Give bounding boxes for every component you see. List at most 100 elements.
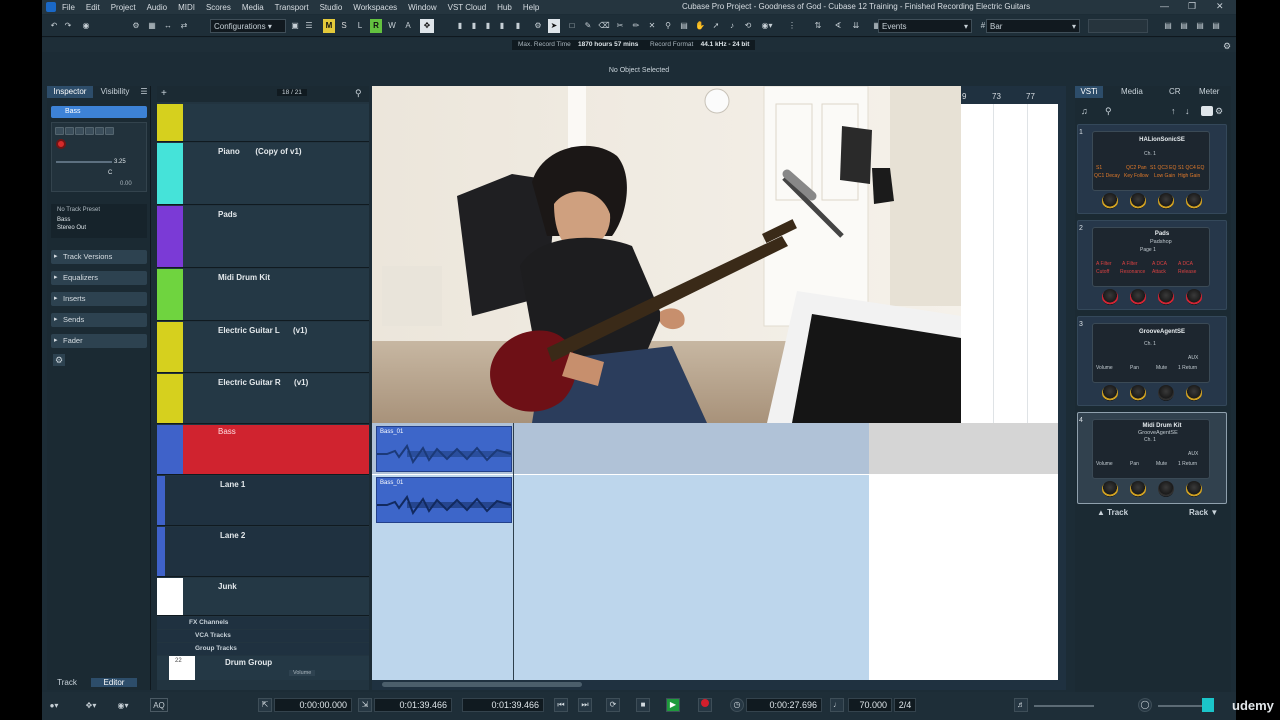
write-button[interactable]: W <box>386 19 398 33</box>
grid-bar-dropdown[interactable]: Bar ▾ <box>986 19 1080 33</box>
mute-tool-icon[interactable]: ✕ <box>646 19 658 33</box>
event-bass-01-top[interactable]: Bass_01 <box>376 426 512 472</box>
inspector-freeze-button[interactable] <box>105 127 114 135</box>
left-locator-time[interactable]: 0:00:00.000 <box>274 698 352 712</box>
quick-control-knob[interactable] <box>1158 193 1174 209</box>
close-icon[interactable]: ✕ <box>1216 1 1224 12</box>
tempo-display[interactable]: 70.000 <box>848 698 892 712</box>
play-icon[interactable]: ▶ <box>666 698 680 712</box>
layout-left-icon[interactable]: ▤ <box>1162 19 1174 33</box>
section-sends[interactable]: Sends <box>51 313 147 327</box>
zoom-tool-icon[interactable]: ⚲ <box>662 19 674 33</box>
section-equalizers[interactable]: Equalizers <box>51 271 147 285</box>
stop-icon[interactable]: ■ <box>636 698 650 712</box>
configurations-dropdown[interactable]: Configurations ▾ <box>210 19 286 33</box>
split-tool-icon[interactable]: ✂ <box>614 19 626 33</box>
punch-out-time[interactable]: 0:01:39.466 <box>462 698 544 712</box>
primary-time-display[interactable]: 0:00:27.696 <box>746 698 822 712</box>
inspector-edit-button[interactable] <box>95 127 104 135</box>
nudge-icon[interactable]: ⋮ <box>786 19 798 33</box>
inspector-write-button[interactable] <box>85 127 94 135</box>
menu-studio[interactable]: Studio <box>320 3 343 12</box>
section-track-versions[interactable]: Track Versions <box>51 250 147 264</box>
track-preset[interactable]: No Track Preset <box>51 204 147 216</box>
tab-track[interactable]: Track <box>47 678 87 687</box>
comp-tool-icon[interactable]: ▤ <box>678 19 690 33</box>
vsti-keyboard-icon[interactable]: ♫ <box>1081 106 1088 116</box>
automation-button[interactable]: A <box>402 19 414 33</box>
snap-events-dropdown[interactable]: Events ▾ <box>878 19 972 33</box>
read-button[interactable]: R <box>370 19 382 33</box>
vsti-slot-2[interactable]: 2 Pads Padshop Page 1 A Filter A Filter … <box>1077 220 1227 310</box>
transport-menu-icon[interactable]: ●▾ <box>46 699 62 713</box>
expand-icon[interactable]: ↔ <box>162 19 174 33</box>
right-locator-time[interactable]: 0:01:39.466 <box>374 698 452 712</box>
menu-transport[interactable]: Transport <box>275 3 309 12</box>
inspector-menu-icon[interactable]: ☰ <box>139 86 149 98</box>
status-settings-icon[interactable]: ⚙ <box>1222 39 1232 53</box>
tab-inspector[interactable]: Inspector <box>47 86 93 98</box>
go-to-start-icon[interactable]: ⏮ <box>554 698 568 712</box>
nudge-left-icon[interactable]: ⇅ <box>812 19 824 33</box>
vsti-slot-4[interactable]: 4 Midi Drum Kit GrooveAgentSE Ch. 1 AUX … <box>1077 412 1227 504</box>
quick-control-knob[interactable] <box>1186 193 1202 209</box>
vsti-settings-icon[interactable]: ⚙ <box>1215 106 1223 117</box>
quick-control-knob[interactable] <box>1186 385 1202 401</box>
pointer-tool-icon[interactable]: ➤ <box>548 19 560 33</box>
inspector-read-button[interactable] <box>75 127 84 135</box>
quick-control-knob[interactable] <box>1102 385 1118 401</box>
record-enable-icon[interactable] <box>56 139 66 149</box>
vsti-search-icon[interactable]: ⚲ <box>1105 106 1112 117</box>
inspector-track-name[interactable]: Bass <box>51 106 147 118</box>
menu-help[interactable]: Help <box>523 3 539 12</box>
menu-audio[interactable]: Audio <box>147 3 167 12</box>
metronome-icon[interactable]: ♩ <box>830 698 844 712</box>
snap-icon[interactable]: ⇊ <box>850 19 862 33</box>
section-fader[interactable]: Fader <box>51 334 147 348</box>
timewarp-tool-icon[interactable]: ⟲ <box>742 19 754 33</box>
inspector-solo-button[interactable] <box>65 127 74 135</box>
quick-control-knob[interactable] <box>1158 289 1174 305</box>
marker-icon-1[interactable]: ▮ <box>454 19 466 33</box>
inspector-delay-value[interactable]: 0.00 <box>120 181 132 187</box>
range-tool-icon[interactable]: □ <box>566 19 578 33</box>
right-locator-icon[interactable]: ⇲ <box>358 698 372 712</box>
transport-record-mode-icon[interactable]: ◉▾ <box>114 699 132 713</box>
lock-icon[interactable]: ▣ <box>290 19 300 33</box>
quick-control-knob[interactable] <box>1158 385 1174 401</box>
grid-icon[interactable]: ▦ <box>146 19 158 33</box>
track-lane-1[interactable]: Lane 1 <box>157 476 369 526</box>
snap-mode-icon[interactable]: ∢ <box>832 19 844 33</box>
quick-control-knob[interactable] <box>1158 481 1174 497</box>
pencil-tool-icon[interactable]: ✎ <box>582 19 594 33</box>
track-drum-group[interactable]: 22 Drum Group Volume <box>157 656 369 680</box>
tab-media[interactable]: Media <box>1121 86 1143 98</box>
tab-cr[interactable]: CR <box>1169 86 1181 98</box>
track-pads[interactable]: Pads <box>157 206 369 268</box>
marker-icon-2[interactable]: ▮ <box>468 19 480 33</box>
menu-media[interactable]: Media <box>242 3 264 12</box>
vsti-rack-icon[interactable] <box>1201 106 1213 116</box>
track-midi-drum-kit[interactable]: Midi Drum Kit <box>157 269 369 321</box>
quick-control-knob[interactable] <box>1130 385 1146 401</box>
menu-vst-cloud[interactable]: VST Cloud <box>448 3 487 12</box>
speaker-tool-icon[interactable]: ♪ <box>726 19 738 33</box>
track-instrument-top[interactable] <box>157 104 369 142</box>
glue-tool-icon[interactable]: ✏ <box>630 19 642 33</box>
layout-lower-icon[interactable]: ▤ <box>1194 19 1206 33</box>
quick-control-knob[interactable] <box>1130 289 1146 305</box>
marker-icon-4[interactable]: ▮ <box>496 19 508 33</box>
left-locator-icon[interactable]: ⇱ <box>258 698 272 712</box>
drum-group-volume[interactable]: Volume <box>289 670 316 676</box>
quick-control-knob[interactable] <box>1130 481 1146 497</box>
track-piano[interactable]: Piano (Copy of v1) <box>157 143 369 205</box>
menu-workspaces[interactable]: Workspaces <box>353 3 397 12</box>
cycle-icon[interactable]: ⟳ <box>606 698 620 712</box>
hand-tool-icon[interactable]: ✋ <box>694 19 706 33</box>
quick-control-knob[interactable] <box>1130 193 1146 209</box>
list-icon[interactable]: ☰ <box>304 19 314 33</box>
track-search-icon[interactable]: ⚲ <box>355 88 362 99</box>
audio-quantize-button[interactable]: AQ <box>150 698 168 712</box>
menu-midi[interactable]: MIDI <box>178 3 195 12</box>
vertical-scrollbar[interactable] <box>1058 86 1066 680</box>
